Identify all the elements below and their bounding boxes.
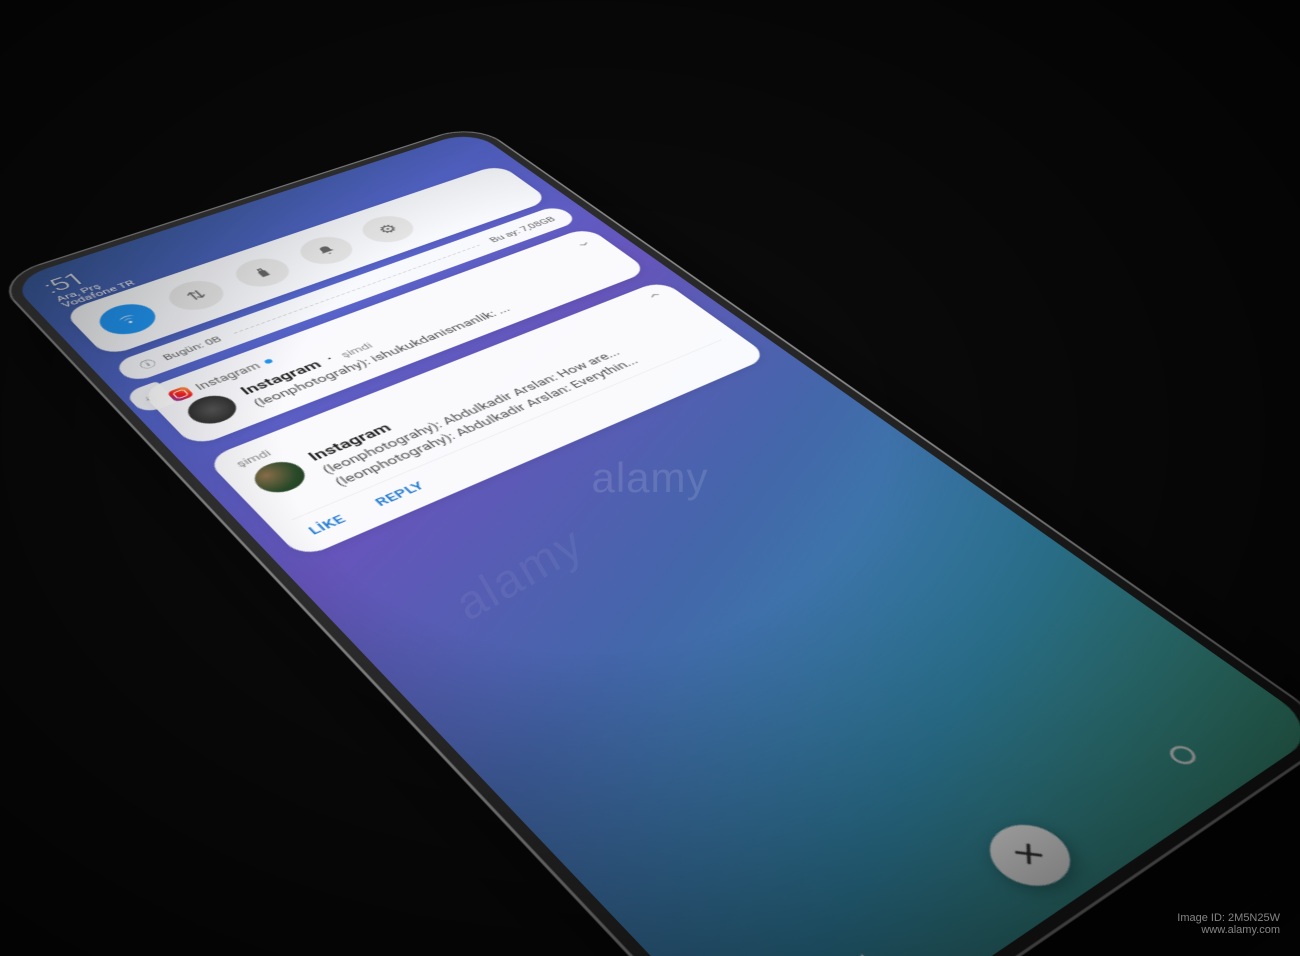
watermark-info: Image ID: 2M5N25W www.alamy.com bbox=[1177, 912, 1280, 936]
phone-screen: :51 Ara, Prş Vodafone TR ⇅ bbox=[9, 130, 1300, 956]
watermark-id: Image ID: 2M5N25W bbox=[1177, 912, 1280, 924]
unread-dot bbox=[264, 358, 274, 364]
data-swap-icon: ⇅ bbox=[182, 287, 211, 304]
flashlight-icon bbox=[249, 265, 275, 279]
flashlight-toggle[interactable] bbox=[227, 253, 299, 292]
close-icon: ✕ bbox=[1004, 835, 1055, 874]
wifi-toggle[interactable] bbox=[90, 298, 164, 340]
gear-icon: ⚙ bbox=[374, 221, 403, 237]
info-icon: ⓘ bbox=[136, 357, 160, 372]
like-button[interactable]: LİKE bbox=[306, 513, 350, 538]
watermark-site: www.alamy.com bbox=[1177, 924, 1280, 936]
bell-icon bbox=[314, 244, 340, 258]
dnd-toggle[interactable] bbox=[291, 232, 362, 270]
data-toggle[interactable]: ⇅ bbox=[160, 275, 233, 315]
reply-button[interactable]: REPLY bbox=[372, 480, 428, 510]
data-today-label: Bugün: bbox=[160, 341, 206, 362]
recents-button[interactable] bbox=[1165, 743, 1201, 768]
home-button[interactable]: ✕ bbox=[973, 813, 1086, 898]
data-month-value: 7,08GB bbox=[517, 215, 558, 233]
back-button[interactable]: ◁ bbox=[838, 948, 881, 956]
wifi-icon bbox=[111, 310, 145, 329]
settings-toggle[interactable]: ⚙ bbox=[353, 211, 423, 247]
notif-timestamp: şimdi bbox=[233, 448, 274, 469]
phone-device: :51 Ara, Prş Vodafone TR ⇅ bbox=[0, 125, 1300, 956]
